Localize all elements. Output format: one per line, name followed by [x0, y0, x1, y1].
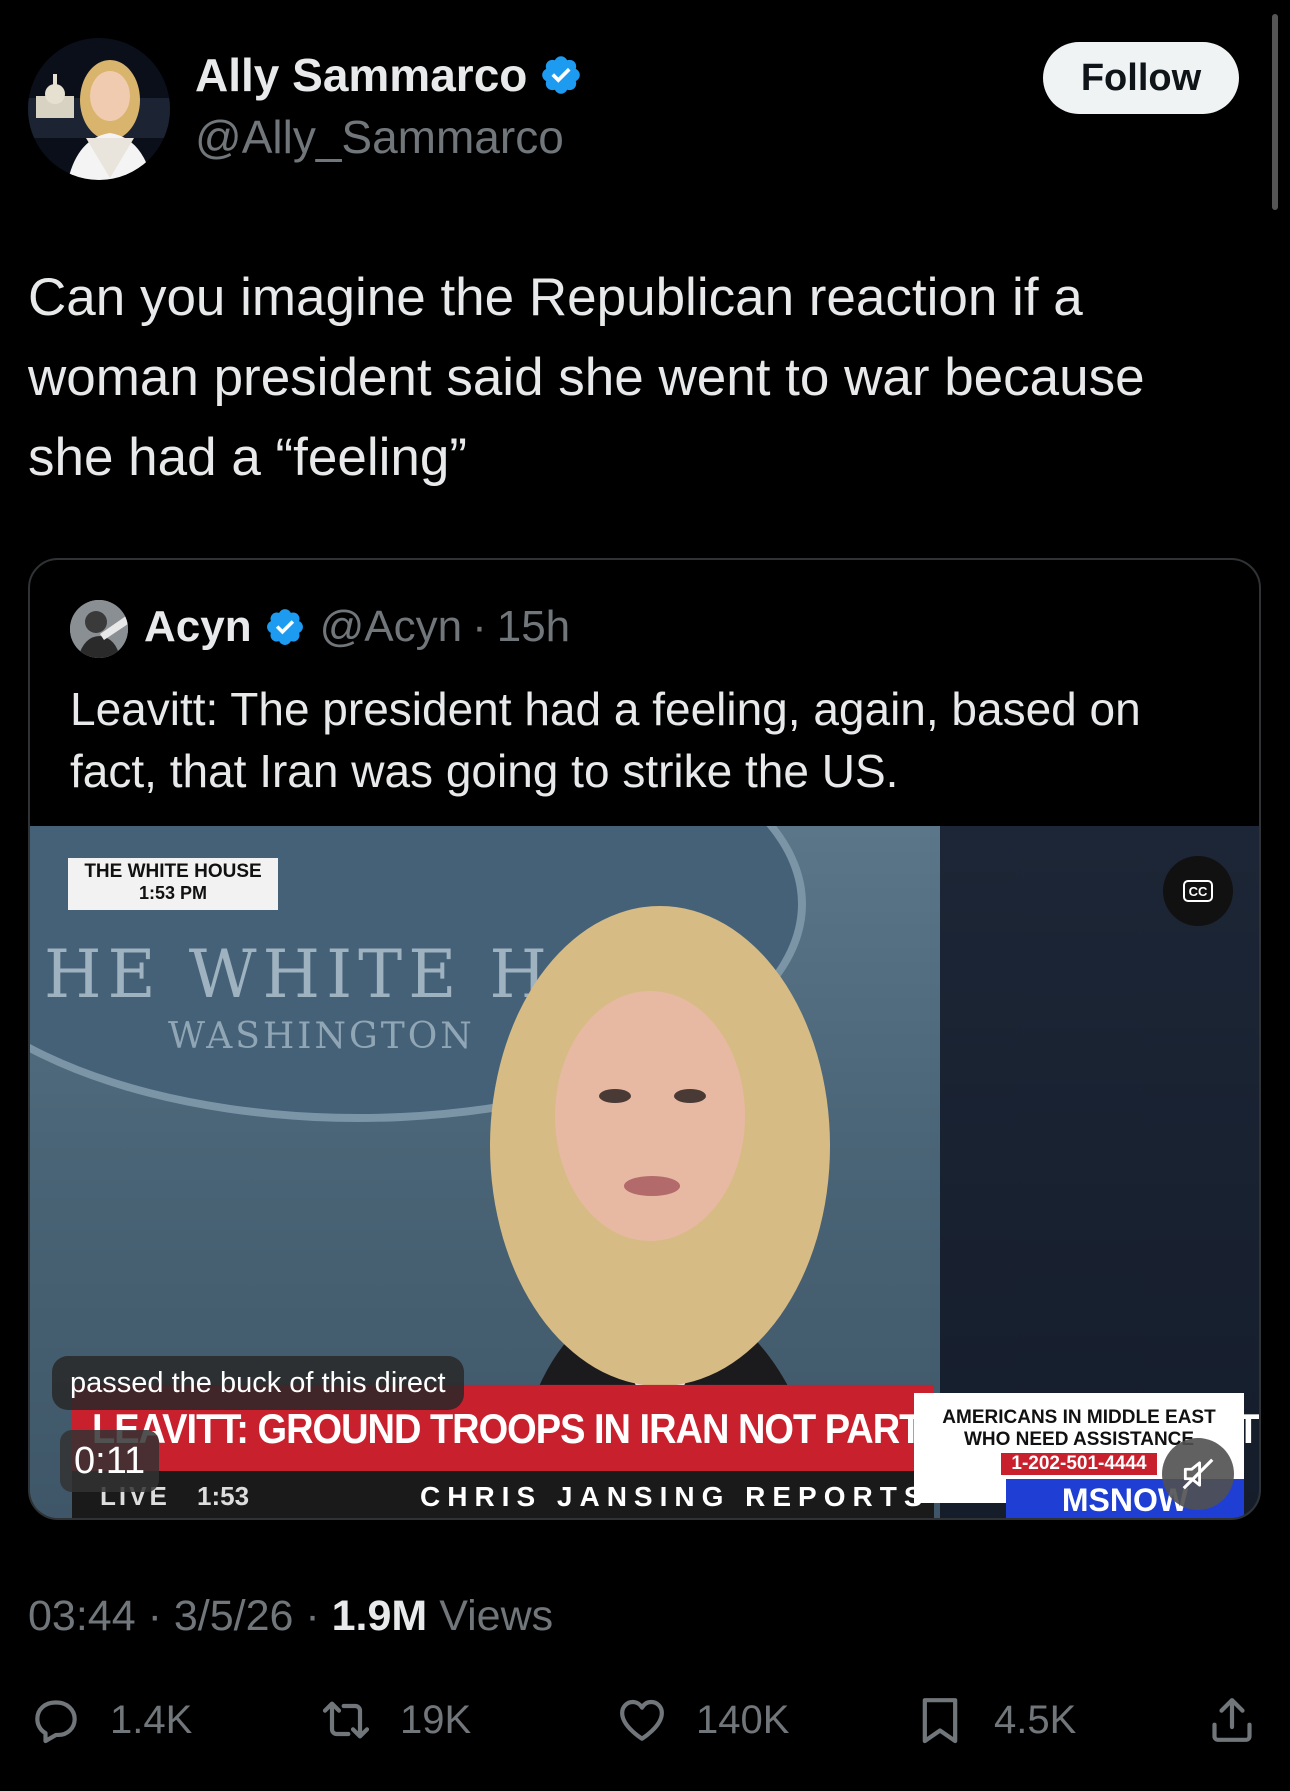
quoted-separator: ·: [472, 602, 487, 651]
views-count[interactable]: 1.9M: [332, 1592, 428, 1640]
views-label[interactable]: Views: [439, 1592, 553, 1640]
author-avatar[interactable]: [28, 38, 170, 180]
video-caption: passed the buck of this direct: [52, 1356, 464, 1410]
bookmark-button[interactable]: 4.5K: [912, 1692, 1076, 1748]
repost-count: 19K: [400, 1697, 472, 1742]
quoted-verified-badge-icon: [266, 609, 303, 645]
tweet-date[interactable]: 3/5/26: [174, 1592, 294, 1640]
heart-icon: [620, 1699, 664, 1741]
quoted-display-name[interactable]: Acyn: [144, 602, 252, 652]
assistance-line1: AMERICANS IN MIDDLE EAST: [942, 1407, 1216, 1428]
reply-count: 1.4K: [110, 1697, 193, 1742]
tweet-meta: 03:44 · 3/5/26 · 1.9M Views: [28, 1592, 553, 1641]
like-button[interactable]: 140K: [614, 1692, 789, 1748]
muted-speaker-icon: [1182, 1458, 1214, 1490]
tweet-text: Can you imagine the Republican reaction …: [28, 268, 1145, 487]
follow-button[interactable]: Follow: [1043, 42, 1239, 114]
stamp-location: THE WHITE HOUSE: [84, 861, 262, 882]
author-name-row: Ally Sammarco: [195, 48, 583, 102]
tweet-time[interactable]: 03:44: [28, 1592, 136, 1640]
quoted-header: Acyn @Acyn · 15h: [144, 602, 570, 652]
meta-separator: ·: [305, 1592, 320, 1640]
ticker-lower-bar: LIVE 1:53 CHRIS JANSING REPORTS: [72, 1471, 934, 1518]
quoted-author-avatar[interactable]: [70, 600, 128, 658]
author-display-name[interactable]: Ally Sammarco: [195, 48, 527, 102]
quoted-avatar-image: [70, 600, 128, 658]
scrollbar[interactable]: [1272, 14, 1278, 210]
action-bar: 1.4K 19K 140K 4.5K: [28, 1692, 1262, 1764]
like-count: 140K: [696, 1697, 790, 1742]
stamp-time: 1:53 PM: [138, 883, 208, 903]
quoted-tweet[interactable]: Acyn @Acyn · 15h Leavitt: The president …: [28, 558, 1261, 1520]
captions-button[interactable]: CC: [1163, 856, 1233, 926]
quoted-age[interactable]: 15h: [497, 602, 570, 652]
mute-button[interactable]: [1162, 1438, 1234, 1510]
assistance-phone: 1-202-501-4444: [1001, 1453, 1157, 1475]
author-handle[interactable]: @Ally_Sammarco: [195, 110, 564, 164]
bookmark-icon: [922, 1698, 958, 1744]
reply-icon: [35, 1700, 77, 1744]
share-icon: [1212, 1698, 1252, 1742]
video-timer: 0:11: [60, 1430, 160, 1492]
share-button[interactable]: [1204, 1692, 1260, 1748]
avatar-image: [28, 38, 170, 180]
repost-icon: [322, 1701, 370, 1739]
repost-button[interactable]: 19K: [318, 1692, 471, 1748]
reply-button[interactable]: 1.4K: [28, 1692, 192, 1748]
quoted-text: Leavitt: The president had a feeling, ag…: [70, 683, 1141, 797]
quoted-handle[interactable]: @Acyn: [320, 602, 462, 652]
show-name: CHRIS JANSING REPORTS: [420, 1481, 930, 1512]
verified-badge-icon: [542, 56, 581, 94]
meta-separator: ·: [147, 1592, 162, 1640]
video-player[interactable]: HE WHITE HOU WASHINGTON THE WHITE HOUSE …: [30, 826, 1259, 1518]
bookmark-count: 4.5K: [994, 1697, 1077, 1742]
cc-icon: CC: [1183, 880, 1213, 902]
video-location-stamp: THE WHITE HOUSE 1:53 PM: [68, 858, 278, 910]
live-time: 1:53: [197, 1481, 250, 1511]
